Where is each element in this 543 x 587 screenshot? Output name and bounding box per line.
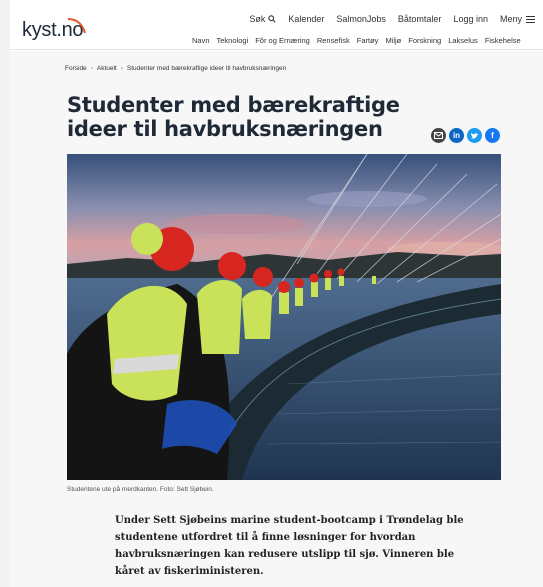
breadcrumb-current: Studenter med bærekraftige ideer til hav… <box>126 65 287 72</box>
category-teknologi[interactable]: Teknologi <box>217 36 249 45</box>
fish-farm-photo <box>67 154 501 480</box>
article-lead: Under Sett Sjøbeins marine student-bootc… <box>115 515 464 577</box>
nav-link-batomtaler[interactable]: Båtomtaler <box>398 14 442 24</box>
category-forskning[interactable]: Forskning <box>408 36 441 45</box>
share-facebook-button[interactable]: f <box>485 128 500 143</box>
nav-link-salmonjobs[interactable]: SalmonJobs <box>336 14 386 24</box>
category-navn[interactable]: Navn <box>192 36 210 45</box>
logo-swoosh-icon <box>67 18 86 34</box>
image-caption: Studentene ute på merdkanten. Foto: Sett… <box>67 486 214 493</box>
share-twitter-button[interactable] <box>467 128 482 143</box>
share-buttons: in f <box>431 128 500 143</box>
breadcrumb-home[interactable]: Forside <box>65 65 87 72</box>
category-rensefisk[interactable]: Rensefisk <box>317 36 350 45</box>
browser-page: kyst.no Søk Kalender SalmonJobs Båtomtal… <box>0 0 543 587</box>
article-headline: Studenter med bærekraftige ideer til hav… <box>67 93 400 141</box>
linkedin-icon: in <box>452 131 461 140</box>
menu-button[interactable]: Meny <box>500 14 535 24</box>
breadcrumb: Forside › Aktuelt › Studenter med bærekr… <box>65 65 286 72</box>
search-link[interactable]: Søk <box>249 14 276 24</box>
search-label: Søk <box>249 14 266 24</box>
category-fiskehelse[interactable]: Fiskehelse <box>485 36 521 45</box>
breadcrumb-section[interactable]: Aktuelt <box>97 65 117 72</box>
category-lakselus[interactable]: Lakselus <box>448 36 478 45</box>
category-navigation: Navn Teknologi Fôr og Ernæring Rensefisk… <box>192 36 521 45</box>
twitter-bird-icon <box>470 132 479 139</box>
category-fartoy[interactable]: Fartøy <box>357 36 379 45</box>
breadcrumb-separator-icon: › <box>120 65 123 72</box>
menu-label: Meny <box>499 14 522 24</box>
top-navigation: Søk Kalender SalmonJobs Båtomtaler Logg … <box>249 14 535 24</box>
article-hero-image[interactable] <box>67 154 501 480</box>
breadcrumb-separator-icon: › <box>90 65 93 72</box>
article-container: Forside › Aktuelt › Studenter med bærekr… <box>10 51 543 587</box>
search-icon <box>268 15 276 23</box>
facebook-icon: f <box>491 131 494 140</box>
nav-link-kalender[interactable]: Kalender <box>288 14 324 24</box>
page-left-margin <box>0 0 10 587</box>
share-linkedin-button[interactable]: in <box>449 128 464 143</box>
hamburger-icon <box>526 15 535 23</box>
category-for-og-ernaering[interactable]: Fôr og Ernæring <box>255 36 310 45</box>
login-link[interactable]: Logg inn <box>453 14 488 24</box>
envelope-icon <box>434 132 443 139</box>
category-miljo[interactable]: Miljø <box>385 36 401 45</box>
site-header: kyst.no Søk Kalender SalmonJobs Båtomtal… <box>10 10 543 50</box>
share-email-button[interactable] <box>431 128 446 143</box>
